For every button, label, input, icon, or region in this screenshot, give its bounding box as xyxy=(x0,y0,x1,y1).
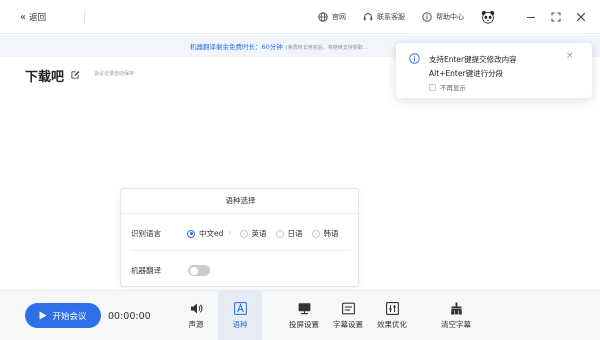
machine-translation-label: 机器翻译 xyxy=(131,266,161,275)
back-button[interactable]: « 返回 xyxy=(20,11,47,24)
radio-english-label: 英语 xyxy=(251,229,267,238)
panel-divider xyxy=(131,250,350,251)
help-center-label: 帮助中心 xyxy=(436,13,464,21)
title-bar: « 返回 官网 联系客服 帮助中心 xyxy=(0,0,600,34)
question-icon: ? xyxy=(228,231,231,236)
start-meeting-button[interactable]: 开始会议 xyxy=(25,303,101,328)
notice-main-text: 机器翻译剩余免费时长：60分钟 xyxy=(190,43,283,51)
language-button[interactable]: 语种 xyxy=(218,291,262,340)
titlebar-right: 官网 联系客服 帮助中心 xyxy=(318,0,586,34)
notice-text: 机器翻译剩余免费时长：60分钟 (免费时长用完后，将继续支持获取… xyxy=(190,41,368,51)
dont-show-again-label: 不再显示 xyxy=(440,84,466,92)
radio-korean[interactable]: 韩语 xyxy=(311,228,339,239)
speaker-icon xyxy=(190,303,202,314)
globe-icon xyxy=(318,12,328,22)
panel-title: 语种选择 xyxy=(225,196,256,205)
clear-subtitles-label: 清空字幕 xyxy=(441,320,471,329)
radio-japanese[interactable]: 日语 xyxy=(275,228,303,239)
radio-english[interactable]: 英语 xyxy=(239,228,267,239)
shortcut-tip-toast: 支持Enter键提交修改内容 Alt+Enter键进行分段 × 不再显示 xyxy=(396,43,592,98)
autosave-hint: 会议记录自动保存 xyxy=(94,71,135,77)
broom-icon xyxy=(450,302,462,315)
edit-icon[interactable] xyxy=(71,70,80,79)
panel-divider xyxy=(121,213,360,214)
maximize-icon xyxy=(551,12,560,22)
panda-avatar-icon[interactable] xyxy=(481,10,495,24)
toast-close-icon[interactable]: × xyxy=(566,52,574,61)
checkbox-box[interactable] xyxy=(429,83,436,91)
screen-cast-icon xyxy=(298,303,310,315)
toast-line-2: Alt+Enter键进行分段 xyxy=(429,69,504,78)
screen-cast-settings-button[interactable]: 投屏设置 xyxy=(283,291,325,340)
screen-cast-settings-label: 投屏设置 xyxy=(289,320,319,329)
language-selection-panel: 语种选择 识别语言 中文ed? 英语 日语 韩语 机器翻译 xyxy=(120,188,360,287)
help-center-link[interactable]: 帮助中心 xyxy=(422,12,464,22)
website-link-label: 官网 xyxy=(332,13,346,21)
language-label: 语种 xyxy=(232,320,248,329)
machine-translation-toggle[interactable] xyxy=(188,265,210,276)
effect-optimization-button[interactable]: 效果优化 xyxy=(372,291,412,340)
play-icon xyxy=(39,311,47,320)
radio-dot[interactable] xyxy=(275,229,284,238)
radio-korean-label: 韩语 xyxy=(323,229,339,238)
sound-source-label: 声源 xyxy=(188,320,204,329)
dont-show-again-checkbox[interactable]: 不再显示 xyxy=(429,82,466,92)
maximize-button[interactable] xyxy=(550,12,561,23)
close-window-button[interactable] xyxy=(575,12,586,23)
subtitle-icon xyxy=(341,302,355,315)
radio-dot-selected[interactable] xyxy=(187,229,195,238)
headset-icon xyxy=(363,13,373,21)
language-radio-group: 中文ed? 英语 日语 韩语 xyxy=(187,228,348,239)
meeting-timer: 00:00:00 xyxy=(108,311,151,322)
close-icon xyxy=(576,12,585,22)
radio-chinese[interactable]: 中文ed? xyxy=(187,228,231,239)
sound-source-button[interactable]: 声源 xyxy=(176,291,216,340)
back-label: 返回 xyxy=(29,13,47,23)
page-title: 下载吧 xyxy=(25,70,65,85)
recognition-language-label: 识别语言 xyxy=(131,229,161,238)
bottom-toolbar: 开始会议 00:00:00 声源 语种 投屏设置 字幕设置 效果优化 清空字幕 xyxy=(0,290,600,340)
language-icon xyxy=(233,302,247,315)
notice-sub-text: (免费时长用完后，将继续支持获取… xyxy=(285,45,368,51)
toast-line-1: 支持Enter键提交修改内容 xyxy=(429,55,517,64)
effect-optimization-label: 效果优化 xyxy=(377,320,407,329)
radio-japanese-label: 日语 xyxy=(287,229,303,238)
subtitle-settings-button[interactable]: 字幕设置 xyxy=(327,291,369,340)
equalizer-icon xyxy=(385,302,399,315)
minimize-button[interactable] xyxy=(525,12,536,23)
customer-service-link[interactable]: 联系客服 xyxy=(363,12,405,22)
clear-subtitles-button[interactable]: 清空字幕 xyxy=(435,291,477,340)
info-icon xyxy=(409,53,420,64)
radio-dot[interactable] xyxy=(311,229,320,238)
info-icon xyxy=(422,12,432,22)
minimize-icon xyxy=(526,17,535,18)
subtitle-settings-label: 字幕设置 xyxy=(333,320,363,329)
double-chevron-left-icon: « xyxy=(20,11,26,23)
radio-chinese-label: 中文ed xyxy=(199,229,224,238)
start-meeting-label: 开始会议 xyxy=(52,311,87,322)
customer-service-label: 联系客服 xyxy=(377,13,405,21)
website-link[interactable]: 官网 xyxy=(318,12,346,22)
radio-dot[interactable] xyxy=(239,229,248,238)
titlebar-divider xyxy=(84,10,85,24)
